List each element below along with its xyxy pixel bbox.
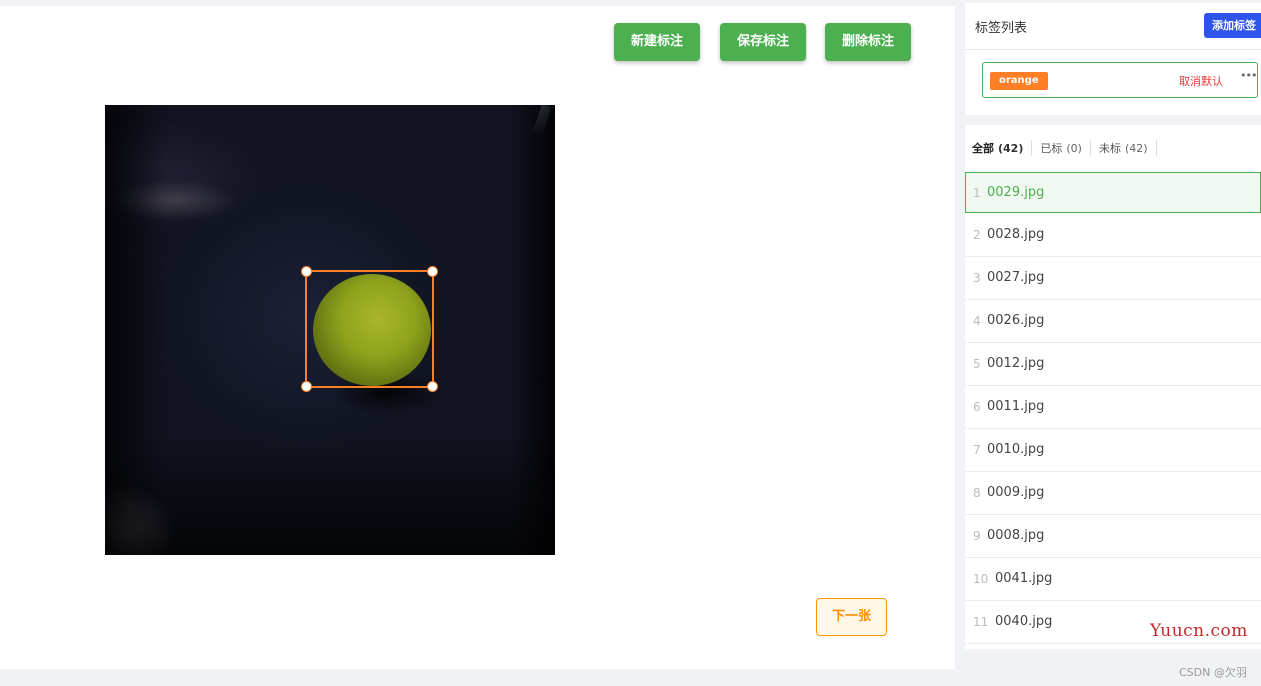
save-annotation-button[interactable]: 保存标注 bbox=[720, 23, 806, 61]
file-name: 0029.jpg bbox=[987, 185, 1045, 200]
label-tag[interactable]: orange bbox=[990, 72, 1048, 90]
resize-handle-bottom-right[interactable] bbox=[427, 381, 438, 392]
add-label-button[interactable]: 添加标签 bbox=[1204, 13, 1261, 38]
background-shade bbox=[105, 435, 555, 555]
resize-handle-bottom-left[interactable] bbox=[301, 381, 312, 392]
file-list-item[interactable]: 10 0041.jpg bbox=[965, 558, 1261, 601]
file-list-item[interactable]: 2 0028.jpg bbox=[965, 214, 1261, 257]
file-list-item[interactable]: 6 0011.jpg bbox=[965, 386, 1261, 429]
file-name: 0009.jpg bbox=[987, 485, 1045, 500]
file-index: 6 bbox=[973, 400, 981, 414]
label-item[interactable]: orange 取消默认 ••• bbox=[982, 62, 1258, 98]
file-name: 0041.jpg bbox=[995, 571, 1053, 586]
bounding-box[interactable] bbox=[301, 266, 438, 392]
file-index: 4 bbox=[973, 314, 981, 328]
file-index: 7 bbox=[973, 443, 981, 457]
file-list-item[interactable]: 4 0026.jpg bbox=[965, 300, 1261, 343]
file-list-item[interactable]: 9 0008.jpg bbox=[965, 515, 1261, 558]
tab-count: (0) bbox=[1066, 142, 1082, 155]
image-canvas[interactable] bbox=[105, 105, 555, 555]
resize-handle-top-right[interactable] bbox=[427, 266, 438, 277]
file-name: 0011.jpg bbox=[987, 399, 1045, 414]
file-filter-tabs: 全部 (42) 已标 (0) 未标 (42) bbox=[972, 140, 1157, 156]
more-icon[interactable]: ••• bbox=[1240, 69, 1257, 82]
tab-all[interactable]: 全部 (42) bbox=[972, 140, 1033, 156]
file-list-item[interactable]: 5 0012.jpg bbox=[965, 343, 1261, 386]
file-index: 1 bbox=[973, 186, 981, 200]
file-list: 1 0029.jpg 2 0028.jpg 3 0027.jpg 4 0026.jpg … bbox=[965, 172, 1261, 644]
label-list-header: 标签列表 添加标签 bbox=[965, 3, 1261, 50]
cancel-default-link[interactable]: 取消默认 bbox=[1179, 73, 1223, 89]
file-list-item[interactable]: 8 0009.jpg bbox=[965, 472, 1261, 515]
next-image-button[interactable]: 下一张 bbox=[816, 598, 887, 636]
file-index: 3 bbox=[973, 271, 981, 285]
new-annotation-button[interactable]: 新建标注 bbox=[614, 23, 700, 61]
file-name: 0012.jpg bbox=[987, 356, 1045, 371]
file-index: 2 bbox=[973, 228, 981, 242]
tab-unlabeled[interactable]: 未标 (42) bbox=[1091, 140, 1157, 156]
file-index: 5 bbox=[973, 357, 981, 371]
file-list-panel: 全部 (42) 已标 (0) 未标 (42) 1 0029.jpg 2 0028.jpg … bbox=[965, 125, 1261, 649]
file-name: 0028.jpg bbox=[987, 227, 1045, 242]
file-name: 0027.jpg bbox=[987, 270, 1045, 285]
tab-label: 已标 bbox=[1040, 142, 1063, 155]
footer-credit: CSDN @欠羽 bbox=[1179, 666, 1247, 679]
file-list-item[interactable]: 1 0029.jpg bbox=[965, 172, 1261, 213]
file-index: 9 bbox=[973, 529, 981, 543]
file-index: 11 bbox=[973, 615, 989, 629]
tab-label: 未标 bbox=[1098, 142, 1121, 155]
label-list-panel: 标签列表 添加标签 orange 取消默认 ••• bbox=[965, 3, 1261, 115]
file-index: 8 bbox=[973, 486, 981, 500]
tab-count: (42) bbox=[998, 142, 1024, 155]
resize-handle-top-left[interactable] bbox=[301, 266, 312, 277]
file-name: 0040.jpg bbox=[995, 614, 1053, 629]
tab-labeled[interactable]: 已标 (0) bbox=[1032, 140, 1091, 156]
file-list-item[interactable]: 3 0027.jpg bbox=[965, 257, 1261, 300]
file-name: 0026.jpg bbox=[987, 313, 1045, 328]
annotation-workspace: 新建标注 保存标注 删除标注 下一张 bbox=[0, 6, 955, 669]
label-list-title: 标签列表 bbox=[975, 21, 1028, 36]
file-name: 0008.jpg bbox=[987, 528, 1045, 543]
file-list-item[interactable]: 7 0010.jpg bbox=[965, 429, 1261, 472]
file-name: 0010.jpg bbox=[987, 442, 1045, 457]
tab-count: (42) bbox=[1124, 142, 1148, 155]
watermark: Yuucn.com bbox=[1150, 621, 1248, 641]
file-index: 10 bbox=[973, 572, 989, 586]
tab-label: 全部 bbox=[972, 142, 994, 155]
delete-annotation-button[interactable]: 删除标注 bbox=[825, 23, 911, 61]
